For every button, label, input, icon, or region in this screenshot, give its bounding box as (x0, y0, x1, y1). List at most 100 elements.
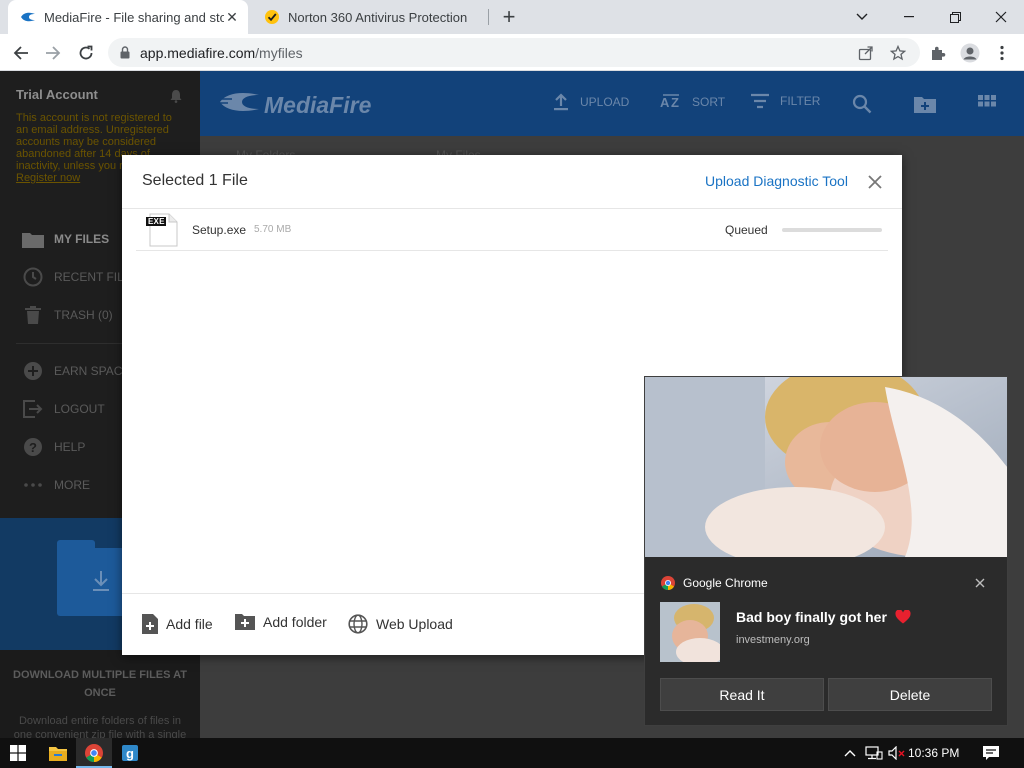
notification-thumbnail (660, 602, 720, 662)
tray-chevron-up-icon[interactable] (840, 738, 860, 768)
file-size: 5.70 MB (254, 224, 292, 235)
chrome-taskbar-icon[interactable] (76, 738, 112, 768)
forward-arrow-icon[interactable] (40, 40, 66, 66)
promo-text: Download entire folders of files in one … (13, 715, 187, 738)
filter-label: FILTER (780, 94, 821, 108)
back-arrow-icon[interactable] (8, 40, 34, 66)
promo-title: DOWNLOAD MULTIPLE FILES AT ONCE (13, 669, 187, 699)
sidebar-item-label: TRASH (0) (54, 308, 113, 322)
account-title: Trial Account (16, 87, 98, 102)
upload-file-row[interactable]: EXE Setup.exe 5.70 MB Queued (136, 209, 888, 251)
sidebar-item-more[interactable]: MORE (22, 474, 90, 496)
action-center-icon[interactable] (976, 738, 1006, 768)
mediafire-logo[interactable]: MediaFire (218, 91, 371, 119)
upload-progress-bar (782, 228, 882, 232)
sort-label: SORT (692, 95, 726, 109)
windows-taskbar: g 10:36 PM (0, 738, 1024, 768)
sidebar-item-trash[interactable]: TRASH (0) (22, 304, 113, 326)
windows-start-icon[interactable] (0, 738, 36, 768)
dialog-title: Selected 1 File (142, 172, 248, 189)
sidebar-item-help[interactable]: ? HELP (22, 436, 85, 458)
svg-text:A: A (660, 95, 670, 110)
mediafire-logo-text: MediaFire (264, 91, 372, 118)
dialog-header: Selected 1 File Upload Diagnostic Tool (122, 155, 902, 209)
notification-source: Google Chrome (661, 576, 768, 590)
add-folder-button[interactable]: Add folder (235, 614, 327, 630)
filter-button[interactable]: FILTER (750, 93, 820, 109)
minimize-window-button[interactable] (886, 0, 932, 34)
search-icon[interactable] (851, 93, 873, 115)
new-tab-button[interactable]: + (498, 4, 520, 29)
browser-toolbar: app.mediafire.com/myfiles (0, 34, 1024, 71)
web-upload-button[interactable]: Web Upload (348, 614, 453, 634)
share-icon[interactable] (856, 43, 876, 63)
globe-icon (348, 614, 368, 634)
close-window-button[interactable] (978, 0, 1024, 34)
add-folder-icon (235, 614, 255, 630)
exe-file-icon: EXE (146, 213, 180, 247)
sidebar-item-label: MY FILES (54, 232, 110, 246)
sort-button[interactable]: AZ SORT (660, 93, 725, 111)
app-g-icon[interactable]: g (112, 738, 148, 768)
download-arrow-icon (93, 571, 109, 591)
tab-norton[interactable]: Norton 360 Antivirus Protection (252, 0, 488, 34)
mediafire-header: MediaFire UPLOAD AZ SORT FILTER (200, 71, 1024, 136)
url-host: app.mediafire.com (140, 44, 256, 61)
chrome-notification[interactable]: Google Chrome Bad boy finally got her in… (644, 376, 1008, 726)
chrome-logo-icon (661, 576, 675, 590)
network-icon[interactable] (862, 738, 886, 768)
tab-title: MediaFire - File sharing and storage (44, 9, 224, 25)
notification-title: Bad boy finally got her (736, 609, 911, 625)
file-type-label: EXE (148, 217, 165, 226)
add-file-label: Add file (166, 616, 213, 632)
mediafire-favicon-icon (20, 9, 36, 25)
upload-diagnostic-tool-link[interactable]: Upload Diagnostic Tool (705, 173, 848, 189)
sidebar-item-my-files[interactable]: MY FILES (22, 228, 109, 250)
sidebar-item-logout[interactable]: LOGOUT (22, 398, 105, 420)
trash-icon (22, 304, 44, 326)
extensions-puzzle-icon[interactable] (925, 40, 951, 66)
heart-icon (895, 610, 911, 624)
upload-button[interactable]: UPLOAD (552, 93, 629, 111)
bookmark-star-icon[interactable] (888, 43, 908, 63)
sort-az-icon: AZ (660, 93, 682, 111)
filter-icon (750, 93, 770, 109)
notification-delete-button[interactable]: Delete (828, 678, 992, 711)
more-dots-icon (22, 474, 44, 496)
taskbar-clock[interactable]: 10:36 PM (908, 746, 959, 760)
notification-bell-icon[interactable] (170, 89, 182, 108)
notification-close-icon[interactable] (972, 575, 988, 591)
close-dialog-icon[interactable] (865, 172, 885, 192)
tab-mediafire[interactable]: MediaFire - File sharing and storage ✕ (8, 0, 248, 34)
tab-search-chevron-down-icon[interactable] (839, 0, 885, 34)
sidebar-item-earn-space[interactable]: EARN SPACE (22, 360, 130, 382)
volume-muted-icon[interactable] (886, 738, 908, 768)
logout-icon (22, 398, 44, 420)
folder-icon (22, 228, 44, 250)
restore-window-button[interactable] (932, 0, 978, 34)
address-bar[interactable]: app.mediafire.com/myfiles (108, 38, 920, 67)
add-file-icon (142, 614, 158, 634)
profile-avatar-icon[interactable] (957, 40, 983, 66)
add-file-button[interactable]: Add file (142, 614, 213, 634)
upload-icon (552, 93, 570, 111)
clock-icon (22, 266, 44, 288)
close-tab-icon[interactable]: ✕ (224, 9, 240, 25)
upload-label: UPLOAD (580, 95, 630, 109)
help-circle-icon: ? (22, 436, 44, 458)
add-folder-label: Add folder (263, 614, 327, 630)
notification-read-button[interactable]: Read It (660, 678, 824, 711)
notification-image[interactable] (645, 377, 1007, 557)
svg-text:?: ? (29, 440, 37, 455)
grid-view-icon[interactable] (976, 93, 998, 115)
reload-icon[interactable] (73, 40, 99, 66)
new-folder-icon[interactable] (914, 93, 936, 115)
file-explorer-icon[interactable] (40, 738, 76, 768)
browser-menu-icon[interactable] (989, 40, 1015, 66)
sidebar-item-label: MORE (54, 478, 90, 492)
mediafire-flame-icon (218, 91, 260, 119)
register-link[interactable]: Register now (16, 172, 80, 184)
lock-icon[interactable] (120, 46, 130, 59)
notification-title-text: Bad boy finally got her (736, 609, 887, 625)
url-path: /myfiles (255, 44, 303, 61)
